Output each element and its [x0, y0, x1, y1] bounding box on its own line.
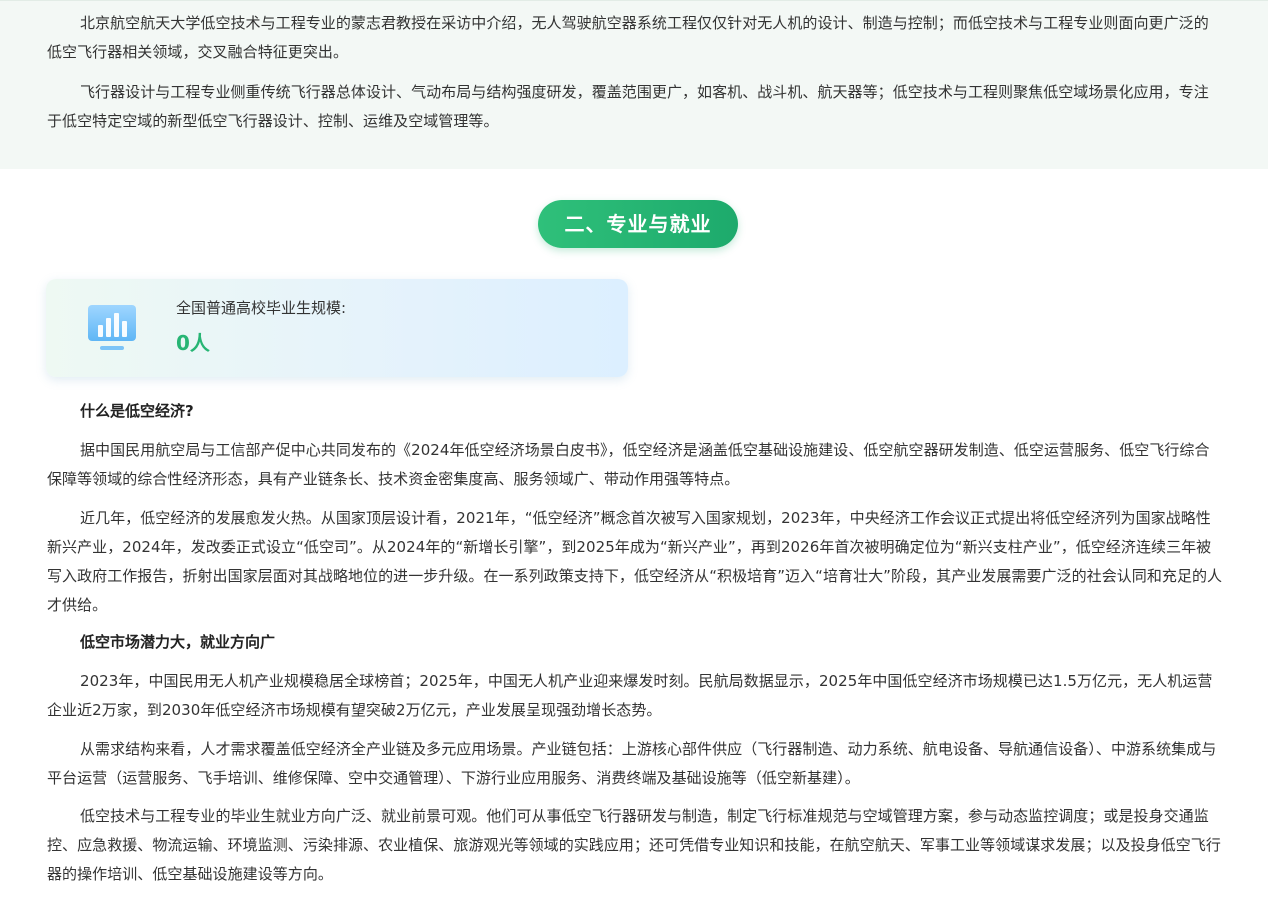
bar-chart-monitor-icon: [88, 305, 136, 350]
heading-what-is-low-altitude-economy: 什么是低空经济?: [80, 402, 194, 420]
section-title-badge: 二、专业与就业: [538, 200, 738, 248]
article-page: 北京航空航天大学低空技术与工程专业的蒙志君教授在采访中介绍，无人驾驶航空器系统工…: [0, 0, 1268, 902]
heading-market-potential: 低空市场潜力大，就业方向广: [80, 633, 276, 651]
content-paragraph-3: 2023年，中国民用无人机产业规模稳居全球榜首；2025年，中国无人机产业迎来爆…: [47, 672, 1213, 719]
content-paragraph-2: 近几年，低空经济的发展愈发火热。从国家顶层设计看，2021年，“低空经济”概念首…: [47, 509, 1223, 614]
content-paragraph-1: 据中国民用航空局与工信部产促中心共同发布的《2024年低空经济场景白皮书》，低空…: [47, 441, 1210, 488]
content-paragraph-5: 低空技术与工程专业的毕业生就业方向广泛、就业前景可观。他们可从事低空飞行器研发与…: [47, 807, 1221, 883]
intro-paragraph-2: 飞行器设计与工程专业侧重传统飞行器总体设计、气动布局与结构强度研发，覆盖范围更广…: [47, 83, 1209, 130]
stat-label: 全国普通高校毕业生规模:: [176, 299, 347, 317]
stat-value: 0人: [176, 331, 210, 355]
content-paragraph-4: 从需求结构来看，人才需求覆盖低空经济全产业链及多元应用场景。产业链包括：上游核心…: [47, 740, 1217, 787]
intro-paragraph-1: 北京航空航天大学低空技术与工程专业的蒙志君教授在采访中介绍，无人驾驶航空器系统工…: [47, 14, 1209, 61]
graduate-stat-card: 全国普通高校毕业生规模: 0人: [46, 279, 628, 377]
